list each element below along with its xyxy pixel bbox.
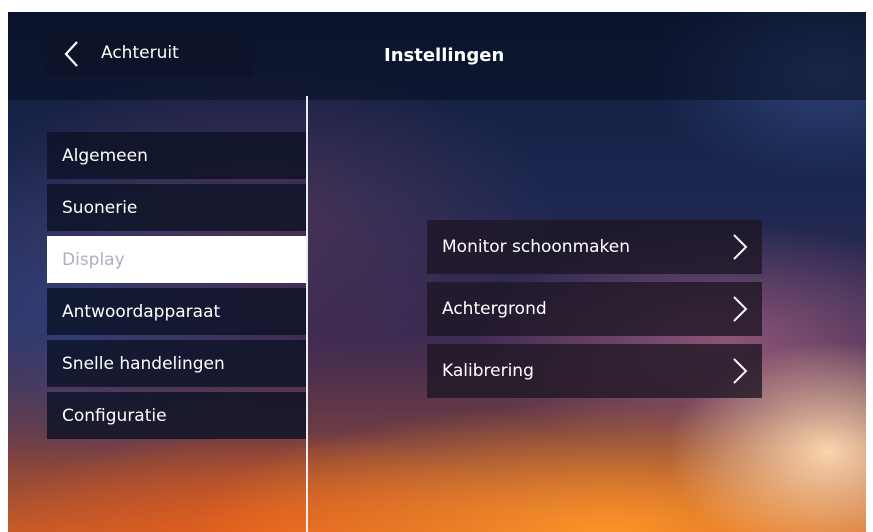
- menu-item-kalibrering[interactable]: Kalibrering: [427, 344, 762, 398]
- sidebar-item-snelle-handelingen[interactable]: Snelle handelingen: [47, 340, 306, 387]
- menu-item-label: Monitor schoonmaken: [442, 237, 631, 257]
- sidebar-item-suonerie[interactable]: Suonerie: [47, 184, 306, 231]
- sidebar: Algemeen Suonerie Display Antwoordappara…: [47, 132, 306, 444]
- chevron-right-icon: [733, 234, 748, 260]
- menu-item-label: Kalibrering: [442, 361, 534, 381]
- back-label: Achteruit: [101, 43, 179, 63]
- menu-item-monitor-schoonmaken[interactable]: Monitor schoonmaken: [427, 220, 762, 274]
- sidebar-item-algemeen[interactable]: Algemeen: [47, 132, 306, 179]
- sidebar-item-display[interactable]: Display: [47, 236, 306, 283]
- sidebar-item-configuratie[interactable]: Configuratie: [47, 392, 306, 439]
- divider: [306, 96, 308, 532]
- menu-item-label: Achtergrond: [442, 299, 547, 319]
- chevron-right-icon: [733, 358, 748, 384]
- sidebar-item-antwoordapparaat[interactable]: Antwoordapparaat: [47, 288, 306, 335]
- back-button[interactable]: Achteruit: [45, 29, 253, 77]
- menu-item-achtergrond[interactable]: Achtergrond: [427, 282, 762, 336]
- top-bar: Achteruit Instellingen: [8, 12, 866, 100]
- page-title: Instellingen: [384, 45, 505, 66]
- chevron-right-icon: [733, 296, 748, 322]
- settings-screen: Achteruit Instellingen Algemeen Suonerie…: [8, 12, 866, 532]
- display-menu: Monitor schoonmaken Achtergrond Kalibrer…: [427, 220, 762, 406]
- chevron-left-icon: [64, 41, 78, 67]
